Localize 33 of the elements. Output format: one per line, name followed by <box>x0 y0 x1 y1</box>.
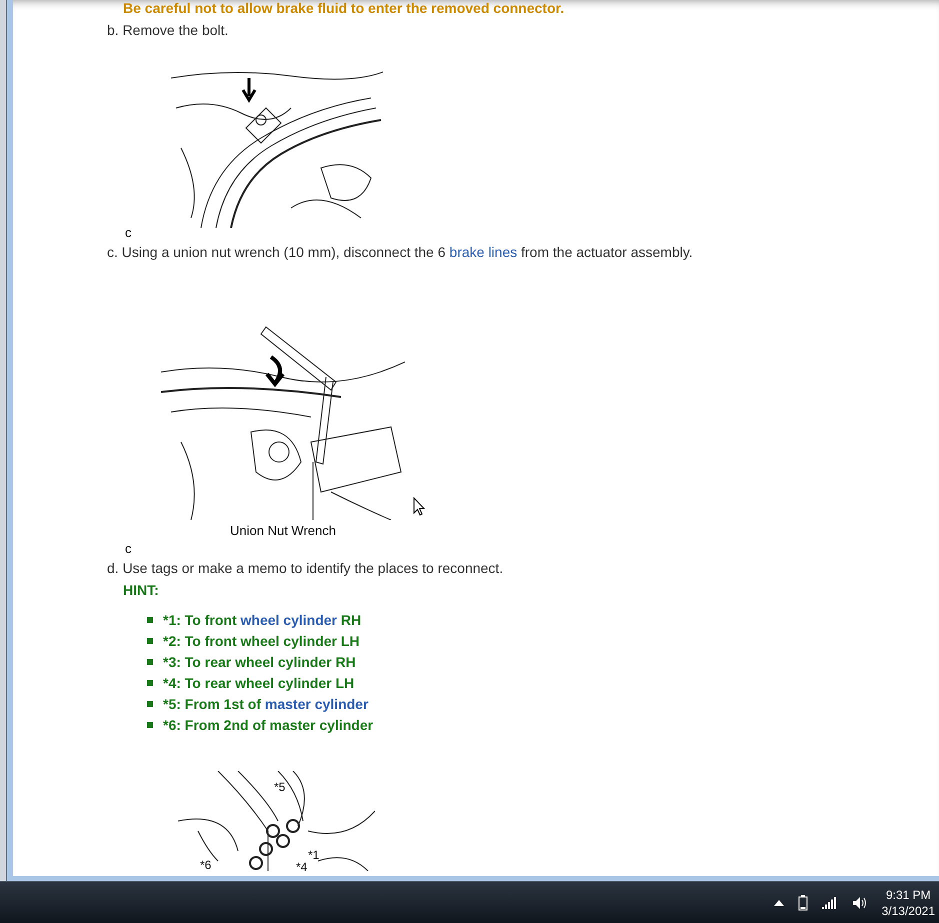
bullet-icon <box>147 617 153 623</box>
hint-label: HINT: <box>123 582 160 598</box>
caution-text: Be careful not to allow brake fluid to enter the removed connector. <box>123 0 566 16</box>
link[interactable]: wheel cylinder <box>240 612 337 628</box>
step-text: d. Use tags or make a memo to identify the places to reconnect. <box>107 560 504 576</box>
battery-icon[interactable] <box>798 894 808 911</box>
bullet-icon <box>147 638 153 644</box>
figure-code: c <box>125 226 132 240</box>
hint-item: *1: To front wheel cylinder RH <box>147 612 939 628</box>
hint-item: *6: From 2nd of master cylinder <box>147 717 939 733</box>
bullet-icon <box>147 722 153 728</box>
mouse-pointer-icon <box>413 497 425 517</box>
link[interactable]: brake lines <box>449 244 518 260</box>
hint-item: *2: To front wheel cylinder LH <box>147 633 939 649</box>
hint-item: *4: To rear wheel cylinder LH <box>147 675 939 691</box>
step-text: c. Using a union nut wrench (10 mm), disconnect the 6 brake lines from the actuator assembly. <box>107 244 694 260</box>
hint-item: *3: To rear wheel cylinder RH <box>147 654 939 670</box>
callout-label: *4 <box>296 860 308 871</box>
show-hidden-icons-icon[interactable] <box>774 900 784 906</box>
link[interactable]: master cylinder <box>264 696 368 712</box>
bullet-icon <box>147 680 153 686</box>
callout-label: *6 <box>200 858 212 871</box>
hint-item: *5: From 1st of master cylinder <box>147 696 939 712</box>
figure-caption: Union Nut Wrench <box>230 523 336 538</box>
figure-code: c <box>125 542 132 556</box>
callout-label: *5 <box>274 780 286 794</box>
bullet-icon <box>147 659 153 665</box>
step-text: b. Remove the bolt. <box>107 22 230 38</box>
volume-icon[interactable] <box>852 896 868 910</box>
signal-bars-icon[interactable] <box>822 896 838 909</box>
taskbar-clock[interactable]: 9:31 PM 3/13/2021 <box>882 886 935 919</box>
callout-label: *1 <box>308 848 320 862</box>
bullet-icon <box>147 701 153 707</box>
